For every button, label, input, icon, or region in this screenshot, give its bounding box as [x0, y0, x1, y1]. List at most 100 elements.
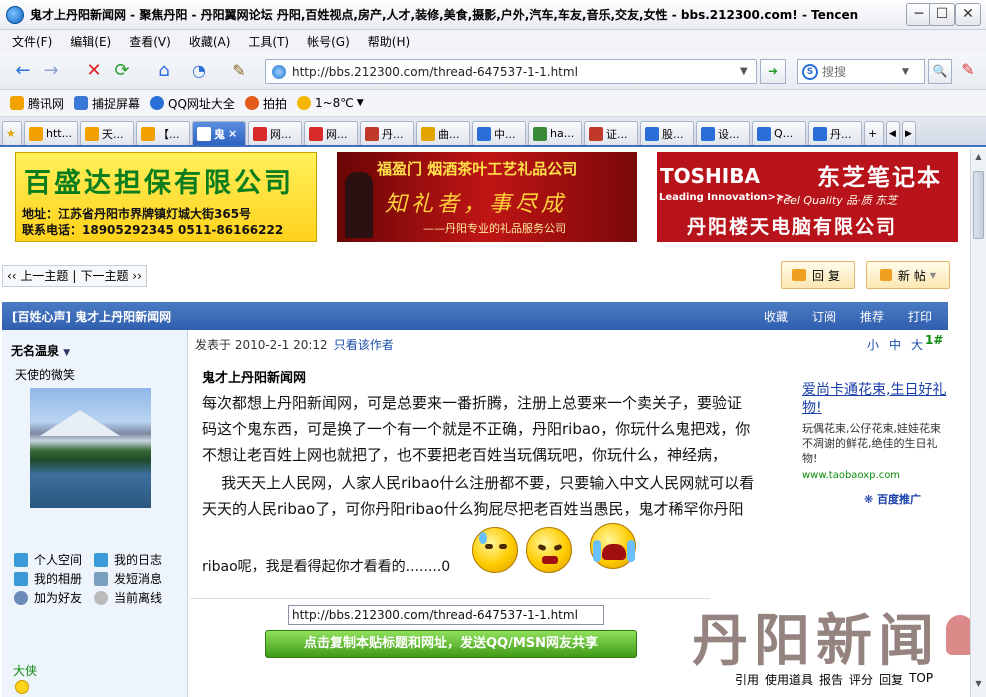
use-item-link[interactable]: 使用道具: [765, 671, 813, 688]
scroll-up-arrow-icon[interactable]: ▲: [973, 152, 984, 166]
only-author-link[interactable]: 只看该作者: [334, 336, 394, 353]
home-icon: [94, 552, 108, 567]
side-ad-headline[interactable]: 爱尚卡通花束,生日好礼物!: [802, 381, 952, 417]
fav-tencent[interactable]: 腾讯网: [10, 95, 64, 112]
new-post-button[interactable]: 新帖 ▼: [866, 261, 950, 289]
address-bar[interactable]: http://bbs.212300.com/thread-647537-1-1.…: [265, 59, 757, 84]
close-window-button[interactable]: ✕: [955, 3, 981, 26]
banner-ad-gift-company[interactable]: 福盈门 烟酒茶叶工艺礼品公司 知礼者，事尽成 ——丹阳专业的礼品服务公司: [337, 152, 637, 242]
search-button[interactable]: 🔍: [928, 59, 952, 84]
maximize-button[interactable]: ☐: [929, 3, 955, 26]
star-favorites-tab[interactable]: ★: [2, 121, 22, 145]
side-advertisement[interactable]: 爱尚卡通花束,生日好礼物! 玩偶花束,公仔花束,娃娃花束 不凋谢的鲜花,绝佳的生…: [802, 381, 952, 507]
tab-bar: ★ htt... 天... 【... 鬼 × 网... 网... 丹... 曲..…: [0, 117, 986, 147]
menu-help[interactable]: 帮助(H): [368, 33, 410, 50]
reply-button[interactable]: 回复: [781, 261, 855, 289]
recommend-link[interactable]: 推荐: [860, 308, 884, 325]
side-ad-url[interactable]: www.taobaoxp.com: [802, 470, 952, 481]
report-link[interactable]: 报告: [819, 671, 843, 688]
search-input[interactable]: [822, 64, 902, 79]
tab-item[interactable]: 证...: [584, 121, 638, 145]
tab-item[interactable]: 丹...: [360, 121, 414, 145]
vertical-scrollbar[interactable]: ▲ ▼: [970, 149, 986, 697]
search-icon: [150, 96, 165, 110]
tab-active[interactable]: 鬼 ×: [192, 121, 246, 145]
search-box[interactable]: S ▼: [797, 59, 925, 84]
print-link[interactable]: 打印: [908, 308, 932, 325]
my-blog-link[interactable]: 我的日志: [94, 551, 162, 568]
chevron-down-icon[interactable]: ▼: [902, 67, 909, 77]
fav-qq-directory[interactable]: QQ网址大全: [150, 95, 235, 112]
tab-item[interactable]: 设...: [696, 121, 750, 145]
font-large-link[interactable]: 大: [911, 336, 923, 353]
soso-search-engine-icon[interactable]: S: [802, 63, 818, 80]
tab-item[interactable]: 网...: [248, 121, 302, 145]
tab-scroll-right-button[interactable]: ▶: [902, 121, 916, 145]
user-offline-icon: [94, 590, 108, 605]
top-link[interactable]: TOP: [909, 671, 933, 688]
tab-item[interactable]: 【...: [136, 121, 190, 145]
font-medium-link[interactable]: 中: [889, 336, 901, 353]
menu-account[interactable]: 帐号(G): [307, 33, 350, 50]
quote-link[interactable]: 引用: [735, 671, 759, 688]
author-name[interactable]: 无名温泉 ▼: [11, 342, 70, 359]
scrollbar-thumb[interactable]: [973, 171, 984, 239]
tab-item[interactable]: 中...: [472, 121, 526, 145]
crying-emoticon-icon: [590, 523, 636, 569]
refresh-button[interactable]: ⟳: [110, 60, 134, 82]
tab-item[interactable]: 股...: [640, 121, 694, 145]
chevron-down-icon[interactable]: ▼: [740, 66, 756, 77]
author-sidebar: 无名温泉 ▼ 天使的微笑 大侠: [2, 330, 188, 697]
add-friend-link[interactable]: 加为好友: [14, 589, 82, 606]
back-button[interactable]: ←: [10, 60, 36, 82]
tab-item[interactable]: htt...: [24, 121, 78, 145]
close-tab-icon[interactable]: ×: [228, 127, 237, 140]
fav-paipai[interactable]: 拍拍: [244, 95, 287, 112]
menu-view[interactable]: 查看(V): [129, 33, 171, 50]
history-clock-icon[interactable]: ◔: [184, 60, 214, 82]
tab-favicon-icon: [309, 126, 323, 141]
address-url[interactable]: http://bbs.212300.com/thread-647537-1-1.…: [292, 65, 740, 79]
my-album-link[interactable]: 我的相册: [14, 570, 82, 587]
tools-broom-icon[interactable]: ✎: [226, 60, 252, 82]
rate-link[interactable]: 评分: [849, 671, 873, 688]
new-tab-button[interactable]: +: [864, 121, 884, 145]
banner-ad-guarantee[interactable]: 百盛达担保有限公司 地址：江苏省丹阳市界牌镇灯城大街365号 联系电话：1890…: [15, 152, 317, 242]
home-button[interactable]: ⌂: [152, 60, 176, 82]
tab-item[interactable]: Q...: [752, 121, 806, 145]
tab-item[interactable]: 曲...: [416, 121, 470, 145]
stop-button[interactable]: ✕: [82, 60, 106, 82]
scroll-down-arrow-icon[interactable]: ▼: [973, 679, 984, 693]
menu-bar: 文件(F) 编辑(E) 查看(V) 收藏(A) 工具(T) 帐号(G) 帮助(H…: [0, 30, 986, 52]
thread-title[interactable]: [百姓心声] 鬼才上丹阳新闻网: [12, 308, 171, 325]
next-thread-link[interactable]: 下一主题 ››: [80, 266, 141, 286]
prev-thread-link[interactable]: ‹‹ 上一主题: [7, 266, 68, 286]
fav-capture-screen[interactable]: 捕捉屏幕: [74, 95, 140, 112]
send-message-link[interactable]: 发短消息: [94, 570, 162, 587]
banner-ad-toshiba[interactable]: TOSHIBA Leading Innovation>>> 东芝笔记本 Feel…: [657, 152, 958, 242]
menu-favorites[interactable]: 收藏(A): [189, 33, 231, 50]
tab-item[interactable]: 网...: [304, 121, 358, 145]
share-url-field[interactable]: http://bbs.212300.com/thread-647537-1-1.…: [288, 605, 604, 625]
pen-icon[interactable]: ✎: [957, 60, 979, 82]
subscribe-link[interactable]: 订阅: [812, 308, 836, 325]
forward-button[interactable]: →: [38, 60, 64, 82]
menu-tools[interactable]: 工具(T): [248, 33, 289, 50]
menu-file[interactable]: 文件(F): [12, 33, 52, 50]
menu-edit[interactable]: 编辑(E): [70, 33, 111, 50]
fav-weather[interactable]: 1~8℃ ▼: [296, 96, 364, 110]
personal-space-link[interactable]: 个人空间: [14, 551, 82, 568]
ad2-slogan: 知礼者，事尽成: [385, 192, 568, 217]
font-small-link[interactable]: 小: [867, 336, 879, 353]
tab-item[interactable]: ha...: [528, 121, 582, 145]
tab-scroll-left-button[interactable]: ◀: [886, 121, 900, 145]
tab-item[interactable]: 天...: [80, 121, 134, 145]
avatar[interactable]: [30, 388, 151, 508]
separator: |: [72, 269, 77, 283]
go-button[interactable]: ➜: [760, 59, 786, 84]
reply-link[interactable]: 回复: [879, 671, 903, 688]
tab-item[interactable]: 丹...: [808, 121, 862, 145]
ad3-product: 东芝笔记本: [817, 165, 942, 191]
copy-share-button[interactable]: 点击复制本贴标题和网址，发送QQ/MSN网友共享: [265, 630, 637, 658]
favorite-thread-link[interactable]: 收藏: [764, 308, 788, 325]
